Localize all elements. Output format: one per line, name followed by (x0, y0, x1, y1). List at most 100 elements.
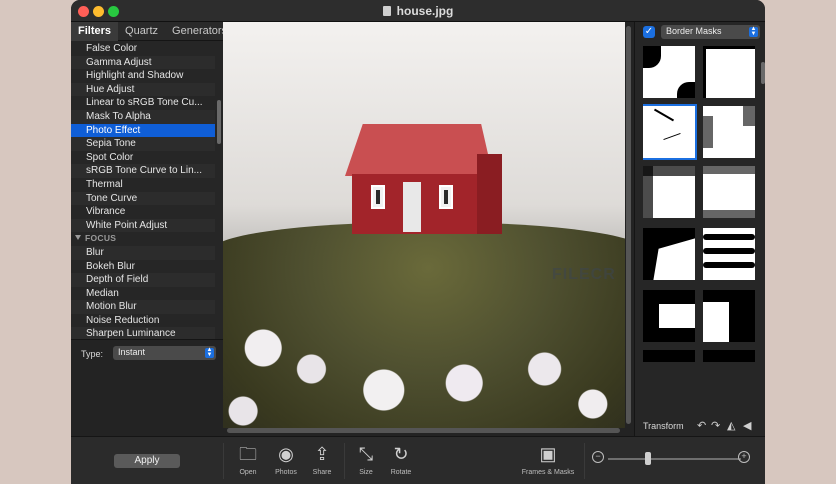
frames-masks-button[interactable]: ▣ Frames & Masks (518, 443, 578, 476)
mask-thumbnail[interactable] (643, 228, 695, 280)
chevron-updown-icon: ▲ ▼ (749, 26, 758, 37)
zoom-slider-knob[interactable] (645, 452, 651, 465)
house-roof (345, 124, 493, 176)
filter-group-header[interactable]: FOCUS (71, 232, 215, 246)
filter-label: Photo Effect (86, 124, 141, 136)
mask-thumbnail[interactable] (703, 106, 755, 158)
filter-list-item[interactable]: Spot Color (71, 151, 215, 165)
zoom-in-icon[interactable]: + (738, 451, 750, 463)
photos-label: Photos (275, 469, 297, 476)
rotate-label: Rotate (390, 469, 412, 476)
filter-list-item[interactable]: Bokeh Blur (71, 260, 215, 274)
document-icon (382, 6, 391, 16)
tab-quartz[interactable]: Quartz (118, 22, 165, 41)
filter-list-item[interactable]: Vibrance (71, 205, 215, 219)
mask-thumbnail[interactable] (703, 46, 755, 98)
filter-list-item[interactable]: Photo Effect (71, 123, 215, 138)
filter-label: Blur (86, 246, 104, 258)
camera-icon: ◉ (278, 444, 294, 464)
filter-label: Bokeh Blur (86, 260, 135, 272)
filter-list[interactable]: False Color Gamma Adjust Highlight and Sha… (71, 42, 215, 339)
filter-list-item[interactable]: Sepia Tone (71, 137, 215, 151)
type-label: Type: (81, 349, 104, 359)
mask-thumbnail[interactable] (643, 46, 695, 98)
flip-horizontal-icon[interactable]: ◭ (727, 419, 735, 432)
filter-list-item[interactable]: Linear to sRGB Tone Cu... (71, 96, 215, 110)
bottom-toolbar: Apply 🗀 Open ◉ Photos ⇪ Share ⤡ Size ↻ Rotate… (71, 436, 765, 484)
rotate-right-icon[interactable]: ↷ (711, 419, 720, 432)
rotate-left-icon[interactable]: ↶ (697, 419, 706, 432)
mask-thumbnail[interactable] (703, 290, 755, 342)
filter-label: Hue Adjust (86, 83, 135, 95)
window-title: house.jpg (71, 4, 765, 18)
mask-thumbnail[interactable] (643, 104, 697, 160)
photo-flowers (223, 292, 625, 428)
disclosure-triangle-icon (75, 235, 81, 241)
filter-label: Vibrance (86, 206, 126, 218)
filter-label: False Color (86, 43, 138, 54)
window-title-text: house.jpg (396, 4, 454, 18)
mask-thumbnail[interactable] (703, 166, 755, 218)
mask-thumbnail-grid (643, 46, 758, 362)
filter-label: Highlight and Shadow (86, 70, 184, 82)
frames-masks-label: Frames & Masks (521, 469, 575, 476)
filter-label: White Point Adjust (86, 219, 168, 231)
rotate-button[interactable]: ↻ Rotate (381, 443, 421, 476)
photos-button[interactable]: ◉ Photos (266, 443, 306, 476)
filter-list-item[interactable]: Depth of Field (71, 273, 215, 287)
filter-list-item[interactable]: White Point Adjust (71, 218, 215, 233)
zoom-slider-track[interactable] (608, 458, 741, 460)
filter-label: Mask To Alpha (86, 110, 151, 122)
filter-list-item[interactable]: Motion Blur (71, 300, 215, 314)
filter-list-item[interactable]: sRGB Tone Curve to Lin... (71, 164, 215, 178)
filter-list-item[interactable]: Gamma Adjust (71, 55, 215, 70)
filter-label: Gamma Adjust (86, 56, 152, 68)
filter-label: Linear to sRGB Tone Cu... (86, 97, 203, 109)
filter-list-item[interactable]: Mask To Alpha (71, 109, 215, 124)
filter-list-item[interactable]: Sharpen Luminance (71, 327, 215, 339)
photo-canvas[interactable] (223, 22, 625, 428)
resize-icon: ⤡ (358, 444, 374, 464)
filter-label: Sepia Tone (86, 138, 136, 150)
mask-thumbnail[interactable] (703, 228, 755, 280)
app-window: house.jpg Filters Quartz Generators Fals… (71, 0, 765, 484)
filter-list-item[interactable]: Thermal (71, 178, 215, 192)
share-button[interactable]: ⇪ Share (302, 443, 342, 476)
filter-list-item[interactable]: Blur (71, 245, 215, 260)
open-button[interactable]: 🗀 Open (228, 443, 268, 476)
filter-label: Tone Curve (86, 192, 138, 204)
toolbar-divider (344, 443, 345, 479)
zoom-out-icon[interactable]: − (592, 451, 604, 463)
type-select[interactable]: Instant ▲ ▼ (113, 346, 216, 360)
size-button[interactable]: ⤡ Size (346, 443, 386, 476)
canvas-horizontal-scrollbar[interactable] (227, 428, 620, 433)
filter-label: FOCUS (85, 233, 117, 244)
masks-scrollbar[interactable] (761, 62, 765, 84)
filter-list-item[interactable]: Tone Curve (71, 191, 215, 206)
masks-enable-checkbox[interactable]: ✓ (643, 26, 655, 38)
canvas-vertical-scrollbar[interactable] (626, 26, 631, 424)
filter-list-item[interactable]: Median (71, 287, 215, 301)
panel-tabs: Filters Quartz Generators (71, 22, 227, 41)
toolbar-divider (584, 443, 585, 479)
filter-list-item[interactable]: False Color (71, 42, 215, 56)
type-row: Type: Instant ▲ ▼ (71, 339, 223, 436)
masks-select[interactable]: Border Masks ▲ ▼ (661, 25, 760, 39)
watermark-text: FILECR (552, 266, 616, 283)
filter-list-item[interactable]: Noise Reduction (71, 314, 215, 328)
tab-filters[interactable]: Filters (71, 22, 119, 41)
masks-panel: ✓ Border Masks ▲ ▼ Transform ↶ ↷ ◭ ◀ (634, 22, 765, 436)
filter-list-scrollbar[interactable] (217, 100, 221, 144)
apply-button[interactable]: Apply (114, 454, 180, 468)
filter-list-item[interactable]: Highlight and Shadow (71, 69, 215, 83)
masks-select-value: Border Masks (666, 26, 722, 36)
mask-thumbnail[interactable] (643, 290, 695, 342)
house-window (371, 185, 385, 209)
mask-thumbnail[interactable] (643, 350, 695, 362)
mask-thumbnail[interactable] (643, 166, 695, 218)
filter-label: sRGB Tone Curve to Lin... (86, 165, 202, 177)
filter-list-item[interactable]: Hue Adjust (71, 82, 215, 97)
flip-vertical-icon[interactable]: ◀ (743, 419, 751, 432)
folder-icon: 🗀 (239, 444, 257, 464)
mask-thumbnail[interactable] (703, 350, 755, 362)
